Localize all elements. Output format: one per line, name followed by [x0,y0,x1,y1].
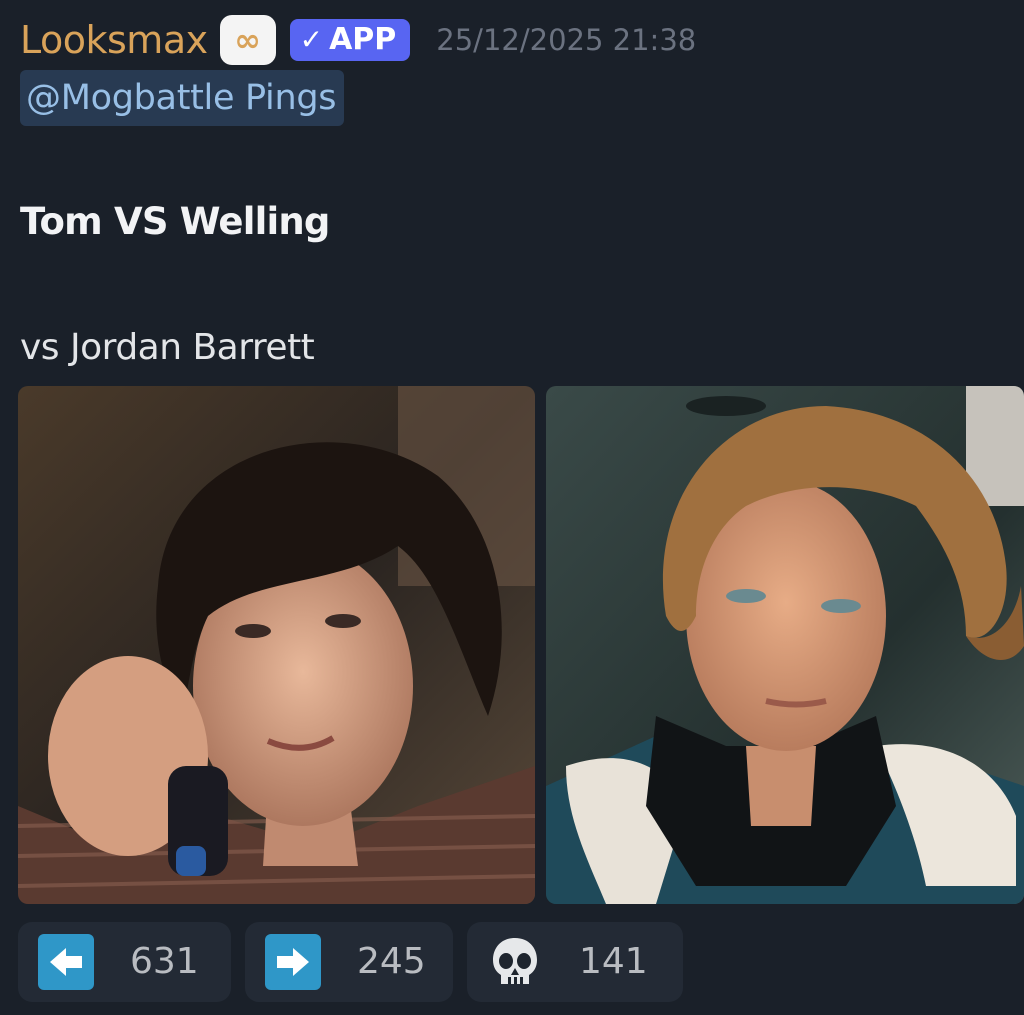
reaction-count: 631 [130,941,199,982]
message-header: Looksmax ∞ ✓ APP 25/12/2025 21:38 [20,12,696,68]
photo-right-image [546,386,1024,904]
reactions-bar: 631 245 141 [18,922,697,1002]
reaction-skull[interactable]: 141 [467,922,683,1002]
reaction-count: 141 [579,941,648,982]
app-badge: ✓ APP [289,19,411,61]
infinity-icon[interactable]: ∞ [219,15,276,65]
skull-icon [487,934,543,990]
timestamp[interactable]: 25/12/2025 21:38 [436,25,696,55]
left-arrow-icon [38,934,94,990]
reaction-left-arrow[interactable]: 631 [18,922,231,1002]
reaction-count: 245 [357,941,426,982]
image-attachment-left[interactable] [18,386,535,904]
right-arrow-icon [265,934,321,990]
reaction-right-arrow[interactable]: 245 [245,922,453,1002]
image-attachment-right[interactable] [546,386,1024,904]
check-icon: ✓ [299,23,324,56]
message: Looksmax ∞ ✓ APP 25/12/2025 21:38 @Mogba… [0,0,1024,1015]
photo-left-image [18,386,535,904]
role-mention[interactable]: @Mogbattle Pings [20,70,345,126]
app-badge-label: APP [329,22,397,57]
author-name[interactable]: Looksmax [20,21,208,59]
message-title: Tom VS Welling [20,200,330,243]
message-subtitle: vs Jordan Barrett [20,327,315,368]
